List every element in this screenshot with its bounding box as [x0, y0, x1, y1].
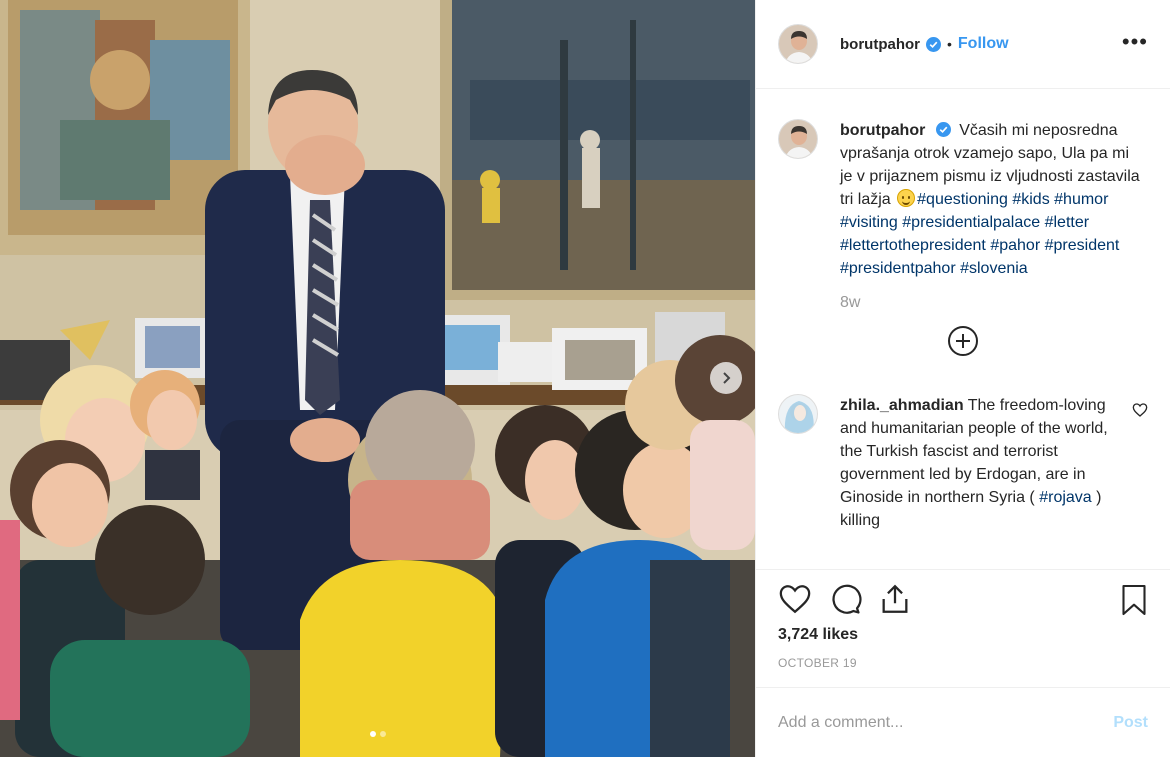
load-more-plus-icon[interactable]	[948, 326, 978, 356]
share-upload-icon	[882, 584, 908, 613]
post-actions: 3,724 likes OCTOBER 19	[756, 569, 1170, 687]
next-slide-button[interactable]	[710, 362, 742, 394]
hashtag-link[interactable]: #pahor	[990, 237, 1040, 254]
comment-input[interactable]	[778, 713, 1114, 732]
hashtag-link[interactable]: #kids	[1012, 191, 1049, 208]
likes-count[interactable]: 3,724 likes	[778, 626, 1148, 644]
post-comment-button[interactable]: Post	[1113, 714, 1148, 732]
more-options-button[interactable]: •••	[1122, 31, 1148, 53]
carousel-dot	[369, 731, 376, 737]
author-avatar[interactable]	[778, 24, 818, 64]
header-separator: •	[947, 36, 952, 52]
commenter-avatar[interactable]	[778, 394, 818, 434]
hashtag-link[interactable]: #president	[1045, 237, 1120, 254]
comment-text-block: zhila._ahmadian The freedom-loving and h…	[840, 394, 1110, 532]
comment-item: zhila._ahmadian The freedom-loving and h…	[778, 394, 1148, 532]
post-header: borutpahor • Follow •••	[756, 0, 1170, 89]
caption: borutpahor Včasih mi neposredna vprašanj…	[778, 119, 1148, 280]
like-button[interactable]	[778, 582, 812, 616]
caption-timestamp[interactable]: 8w	[840, 294, 1148, 312]
heart-icon	[779, 585, 811, 614]
verified-badge-icon	[926, 36, 941, 52]
photo-scene	[0, 0, 755, 757]
follow-button[interactable]: Follow	[958, 35, 1009, 53]
hashtag-link[interactable]: #presidentialpalace	[902, 214, 1040, 231]
post-date[interactable]: OCTOBER 19	[778, 656, 1148, 670]
action-icons	[778, 582, 1148, 616]
hashtag-link[interactable]: #questioning	[917, 191, 1008, 208]
comments-list[interactable]: borutpahor Včasih mi neposredna vprašanj…	[756, 89, 1170, 569]
smiling-face-emoji-icon	[897, 189, 916, 207]
hashtag-link[interactable]: #humor	[1054, 191, 1108, 208]
chevron-right-icon	[723, 372, 731, 384]
author-username[interactable]: borutpahor	[840, 36, 920, 53]
save-button[interactable]	[1120, 583, 1148, 617]
carousel-indicators	[0, 731, 755, 737]
add-comment-bar: Post	[756, 687, 1170, 757]
post-side-panel: borutpahor • Follow ••• borutpahor Včasi…	[755, 0, 1170, 757]
like-comment-heart-icon[interactable]	[1132, 402, 1148, 418]
bookmark-icon	[1122, 584, 1146, 616]
commenter-username[interactable]: zhila._ahmadian	[840, 397, 964, 414]
caption-text-block: borutpahor Včasih mi neposredna vprašanj…	[840, 119, 1140, 280]
hashtag-link[interactable]: #visiting	[840, 214, 898, 231]
caption-username[interactable]: borutpahor	[840, 122, 925, 139]
comment-button[interactable]	[828, 582, 862, 616]
hashtag-link[interactable]: #lettertothepresident	[840, 237, 986, 254]
post-photo[interactable]	[0, 0, 755, 757]
comment-bubble-icon	[832, 584, 862, 614]
hashtag-link[interactable]: #rojava	[1039, 489, 1091, 506]
hashtag-link[interactable]: #presidentpahor	[840, 260, 956, 277]
instagram-post: borutpahor • Follow ••• borutpahor Včasi…	[0, 0, 1170, 757]
caption-avatar[interactable]	[778, 119, 818, 159]
carousel-dot	[379, 731, 386, 737]
hashtag-link[interactable]: #slovenia	[960, 260, 1028, 277]
share-button[interactable]	[878, 582, 912, 616]
verified-badge-icon	[935, 122, 951, 137]
load-more-comments	[778, 326, 1148, 356]
hashtag-link[interactable]: #letter	[1045, 214, 1089, 231]
